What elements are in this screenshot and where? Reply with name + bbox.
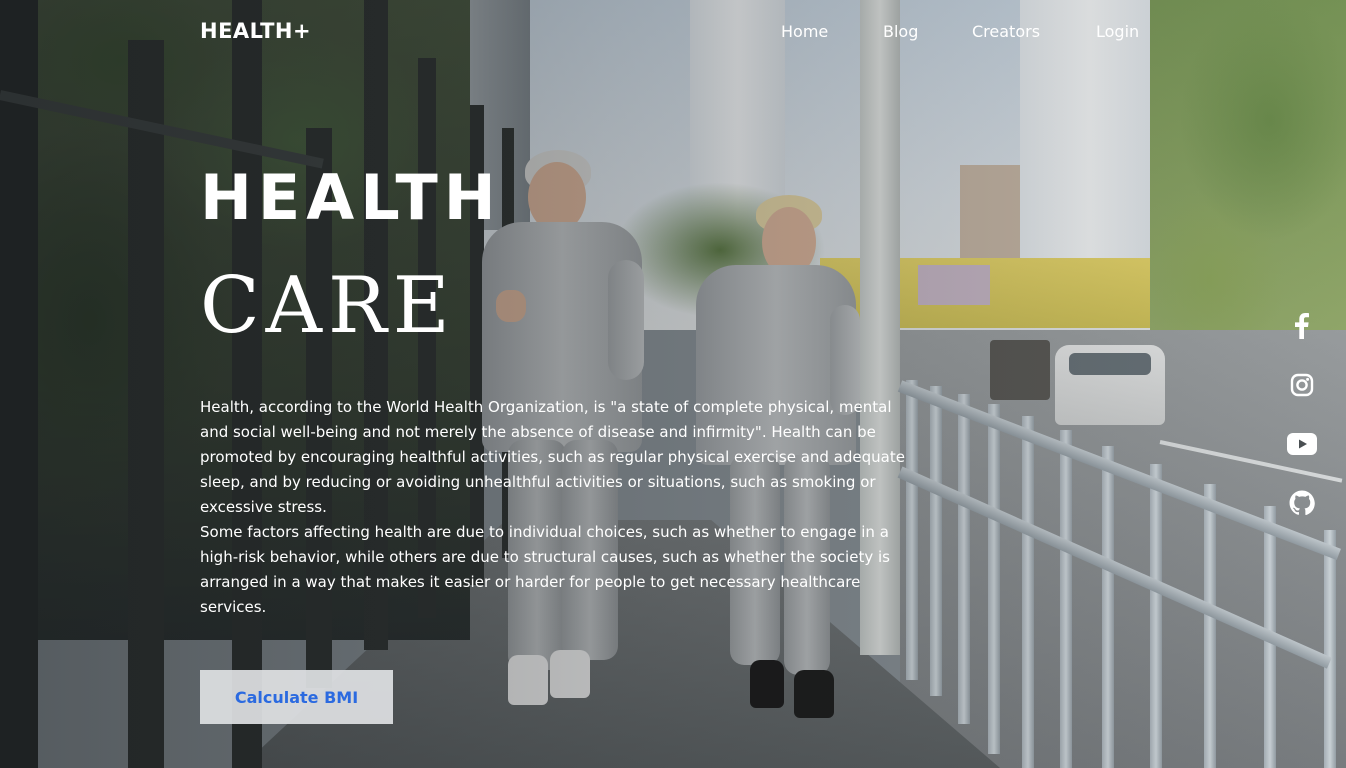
github-icon[interactable] <box>1284 485 1320 521</box>
nav-link-login[interactable]: Login <box>1096 22 1139 41</box>
navbar: HEALTH+ Home Blog Creators Login <box>0 0 1346 70</box>
facebook-icon[interactable] <box>1284 308 1320 344</box>
image-overlay <box>0 0 1346 768</box>
nav-link-creators[interactable]: Creators <box>972 22 1040 41</box>
page: HEALTH+ Home Blog Creators Login HEALTH … <box>0 0 1346 768</box>
hero-description: Health, according to the World Health Or… <box>200 395 905 620</box>
nav-link-home[interactable]: Home <box>781 22 828 41</box>
hero-paragraph-1: Health, according to the World Health Or… <box>200 398 905 516</box>
social-links <box>1284 308 1324 528</box>
hero-paragraph-2: Some factors affecting health are due to… <box>200 523 890 616</box>
nav-menu: Home Blog Creators Login <box>0 22 1346 46</box>
instagram-icon[interactable] <box>1284 367 1320 403</box>
nav-link-blog[interactable]: Blog <box>883 22 918 41</box>
youtube-icon[interactable] <box>1284 426 1320 462</box>
hero-title-care: CARE <box>200 261 456 351</box>
calculate-bmi-button[interactable]: Calculate BMI <box>200 670 393 724</box>
hero-title-health: HEALTH <box>200 161 502 234</box>
